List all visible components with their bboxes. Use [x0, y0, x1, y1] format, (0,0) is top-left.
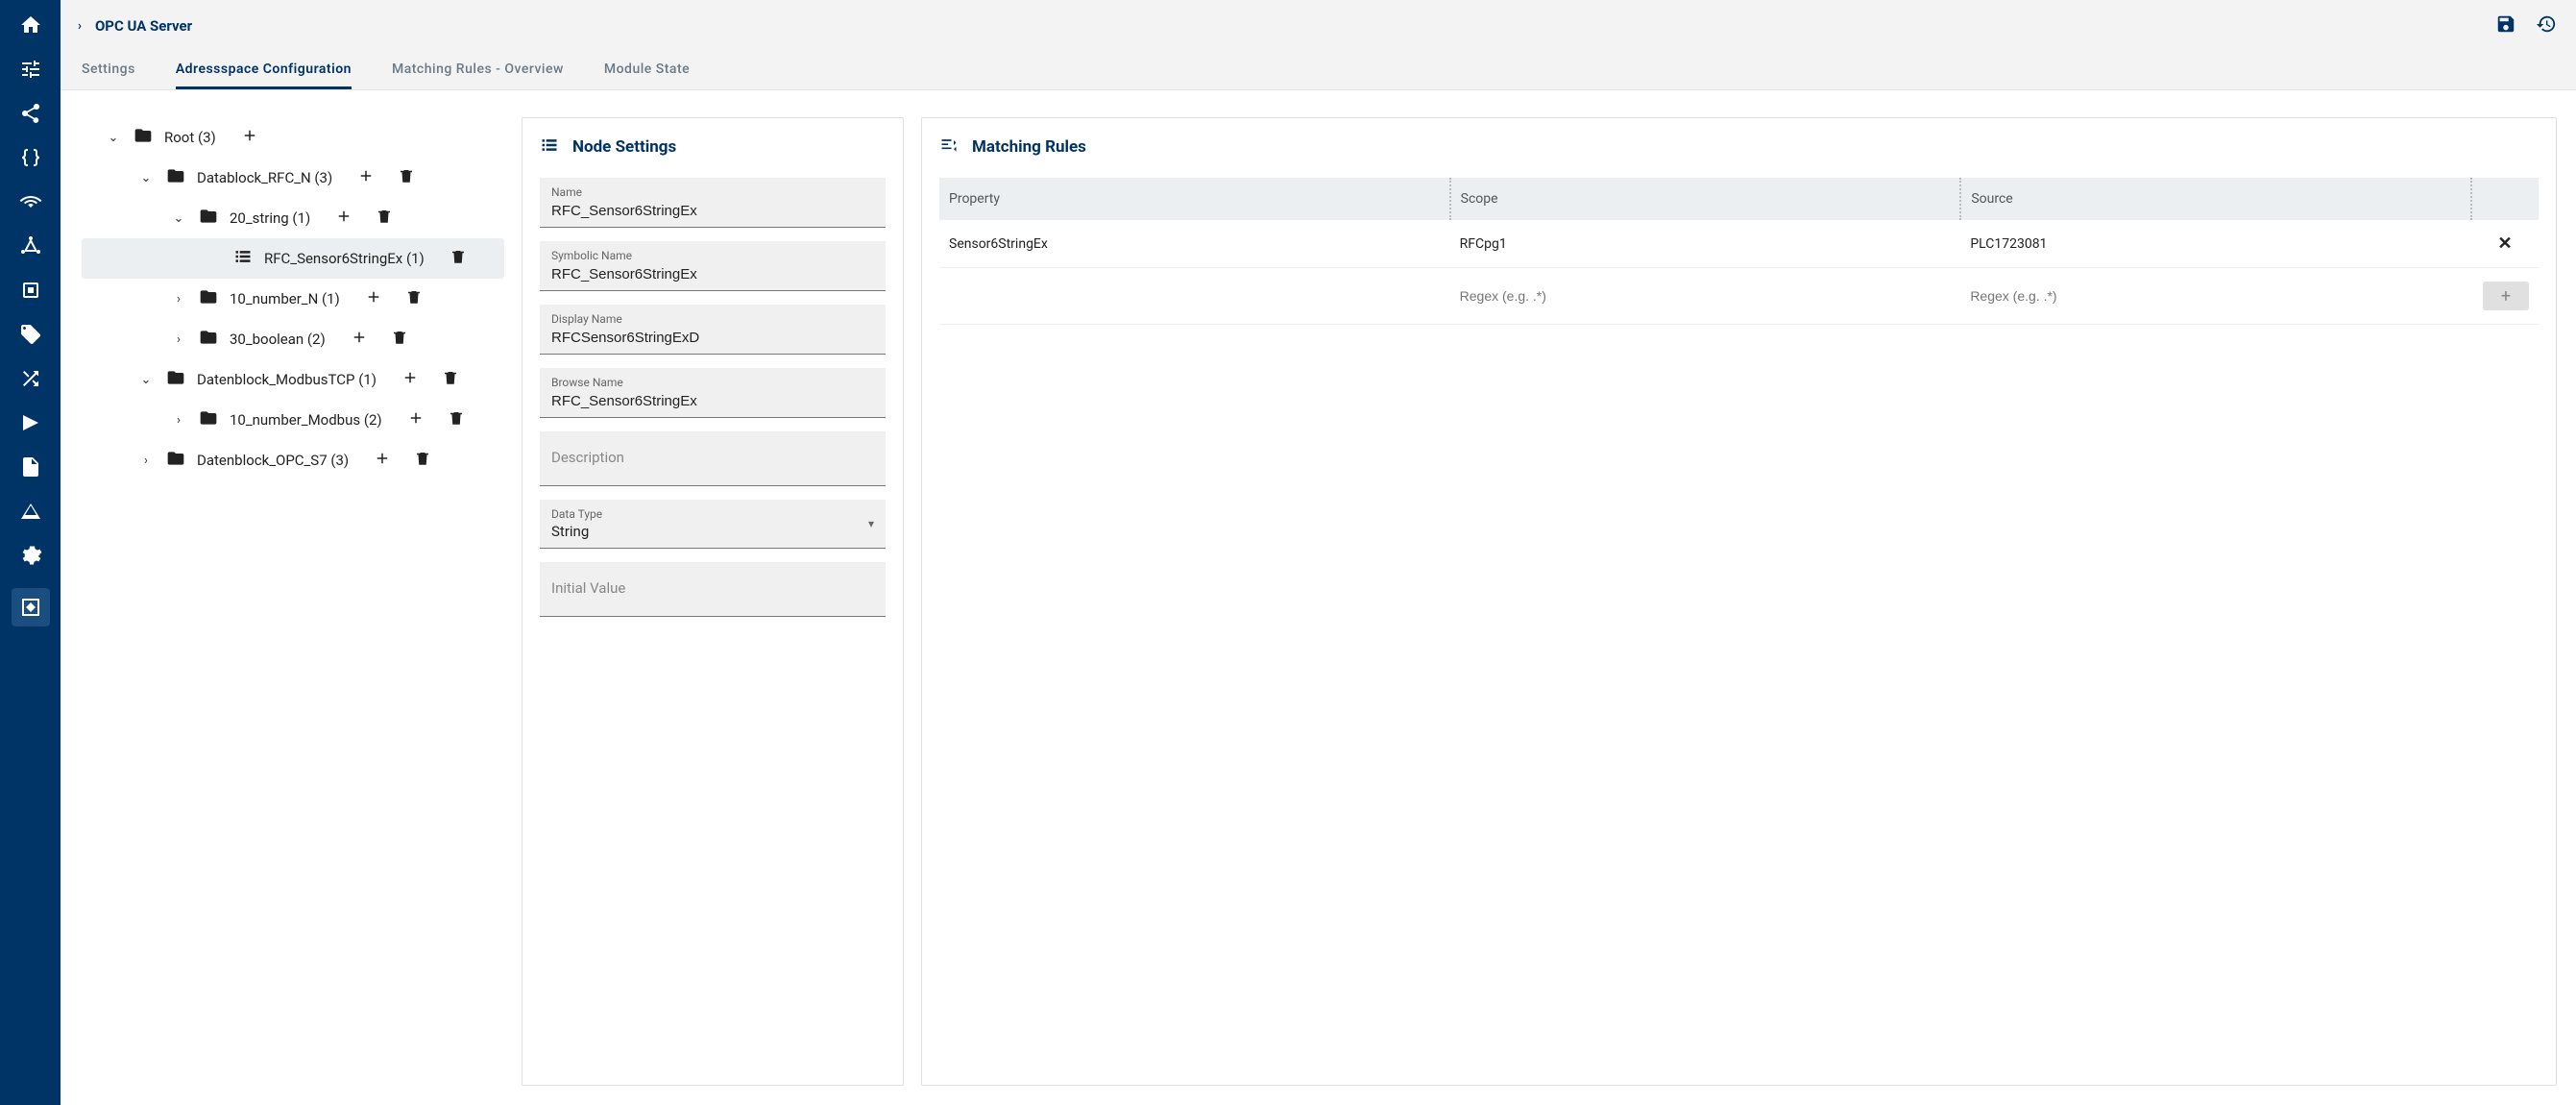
sidebar-nav	[0, 0, 61, 1105]
trash-icon[interactable]	[391, 329, 408, 350]
add-icon[interactable]	[374, 450, 391, 471]
tree-30-boolean[interactable]: › 30_boolean (2)	[82, 319, 504, 359]
node-settings-panel: Node Settings Name Symbolic Name Display…	[522, 117, 904, 1086]
trash-icon[interactable]	[405, 288, 423, 309]
tree-rfc-sensor6[interactable]: RFC_Sensor6StringEx (1)	[82, 238, 504, 279]
tab-addressspace[interactable]: Adressspace Configuration	[176, 61, 352, 89]
trash-icon[interactable]	[450, 248, 467, 269]
chevron-right-icon[interactable]: ›	[170, 292, 187, 307]
name-field[interactable]: Name	[540, 178, 886, 228]
filter-icon	[939, 135, 959, 159]
chevron-right-icon[interactable]: ›	[170, 413, 187, 428]
trash-icon[interactable]	[442, 369, 459, 390]
arrow-icon[interactable]	[19, 411, 42, 434]
top-header: › OPC UA Server	[61, 0, 2576, 52]
chevron-down-icon[interactable]: ⌄	[170, 211, 187, 226]
share-icon[interactable]	[19, 102, 42, 125]
folder-icon	[166, 166, 185, 189]
tune-icon[interactable]	[19, 58, 42, 81]
chevron-right-icon[interactable]: ›	[170, 332, 187, 347]
breadcrumb: › OPC UA Server	[78, 17, 192, 35]
folder-icon	[166, 368, 185, 391]
display-field[interactable]: Display Name	[540, 305, 886, 355]
tree-10-number-n[interactable]: › 10_number_N (1)	[82, 279, 504, 319]
tag-icon[interactable]	[19, 323, 42, 346]
chevron-right-icon: ›	[78, 19, 82, 34]
symbolic-field[interactable]: Symbolic Name	[540, 241, 886, 291]
tree-datablock-opc-s7[interactable]: › Datenblock_OPC_S7 (3)	[82, 440, 504, 480]
add-icon[interactable]	[241, 127, 258, 148]
close-icon[interactable]: ✕	[2497, 233, 2512, 254]
initial-value-field[interactable]: Initial Value	[540, 562, 886, 617]
scope-regex-input[interactable]	[1460, 288, 1952, 304]
tab-settings[interactable]: Settings	[82, 61, 135, 89]
save-icon[interactable]	[2495, 13, 2516, 38]
folder-icon	[134, 126, 153, 149]
tree-datablock-rfc-n[interactable]: ⌄ Datablock_RFC_N (3)	[82, 158, 504, 198]
tab-matching[interactable]: Matching Rules - Overview	[392, 61, 564, 89]
folder-icon	[199, 287, 218, 310]
page-title: OPC UA Server	[95, 17, 192, 35]
list-icon	[540, 135, 559, 159]
trash-icon[interactable]	[448, 409, 465, 430]
braces-icon[interactable]	[19, 146, 42, 169]
opc-icon[interactable]	[12, 588, 50, 626]
description-field[interactable]: Description	[540, 431, 886, 486]
tree-root[interactable]: ⌄ Root (3)	[82, 117, 504, 158]
source-regex-input[interactable]	[1970, 288, 2462, 304]
table-row-new: +	[939, 268, 2539, 325]
add-icon[interactable]	[335, 208, 352, 229]
folder-icon	[199, 207, 218, 230]
document-icon[interactable]	[19, 455, 42, 479]
trash-icon[interactable]	[398, 167, 415, 188]
tree-panel: ⌄ Root (3) ⌄ Datablock_RFC_N (3) ⌄ 20_st…	[82, 117, 504, 1086]
add-icon[interactable]	[407, 409, 425, 430]
folder-icon	[166, 449, 185, 472]
rules-table: Property Scope Source Sensor6StringEx RF…	[939, 178, 2539, 325]
add-icon[interactable]	[401, 369, 419, 390]
chevron-down-icon[interactable]: ▾	[868, 517, 874, 530]
browse-input[interactable]	[551, 393, 874, 409]
col-scope: Scope	[1450, 178, 1961, 220]
col-source: Source	[1960, 178, 2471, 220]
layers-icon[interactable]	[19, 500, 42, 523]
add-icon[interactable]	[365, 288, 382, 309]
symbolic-input[interactable]	[551, 266, 874, 282]
wifi-icon[interactable]	[19, 190, 42, 213]
tree-datablock-modbus[interactable]: ⌄ Datenblock_ModbusTCP (1)	[82, 359, 504, 400]
chevron-down-icon[interactable]: ⌄	[137, 373, 155, 387]
chevron-down-icon[interactable]: ⌄	[105, 131, 122, 145]
folder-icon	[199, 328, 218, 351]
tabs: Settings Adressspace Configuration Match…	[61, 52, 2576, 90]
hub-icon[interactable]	[19, 234, 42, 258]
tab-module[interactable]: Module State	[604, 61, 690, 89]
trash-icon[interactable]	[376, 208, 393, 229]
add-rule-button[interactable]: +	[2483, 282, 2529, 310]
shuffle-icon[interactable]	[19, 367, 42, 390]
home-icon[interactable]	[19, 13, 42, 37]
display-input[interactable]	[551, 330, 874, 346]
panel-title: Matching Rules	[972, 137, 1086, 157]
restore-icon[interactable]	[2536, 13, 2557, 38]
folder-icon	[199, 408, 218, 431]
trash-icon[interactable]	[414, 450, 431, 471]
panel-title: Node Settings	[572, 137, 676, 157]
gear-icon[interactable]	[19, 544, 42, 567]
add-icon[interactable]	[357, 167, 375, 188]
add-icon[interactable]	[351, 329, 368, 350]
name-input[interactable]	[551, 203, 874, 219]
tree-10-number-modbus[interactable]: › 10_number_Modbus (2)	[82, 400, 504, 440]
datatype-value: String	[551, 523, 874, 540]
chevron-right-icon[interactable]: ›	[137, 454, 155, 468]
browse-field[interactable]: Browse Name	[540, 368, 886, 418]
chevron-down-icon[interactable]: ⌄	[137, 171, 155, 185]
tree-20-string[interactable]: ⌄ 20_string (1)	[82, 198, 504, 238]
list-icon	[233, 247, 253, 270]
property-regex-input[interactable]	[949, 288, 1441, 304]
chip-icon[interactable]	[19, 279, 42, 302]
table-row: Sensor6StringEx RFCpg1 PLC1723081 ✕	[939, 220, 2539, 268]
datatype-field[interactable]: Data Type String ▾	[540, 500, 886, 549]
matching-rules-panel: Matching Rules Property Scope Source Sen…	[921, 117, 2557, 1086]
col-property: Property	[939, 178, 1450, 220]
